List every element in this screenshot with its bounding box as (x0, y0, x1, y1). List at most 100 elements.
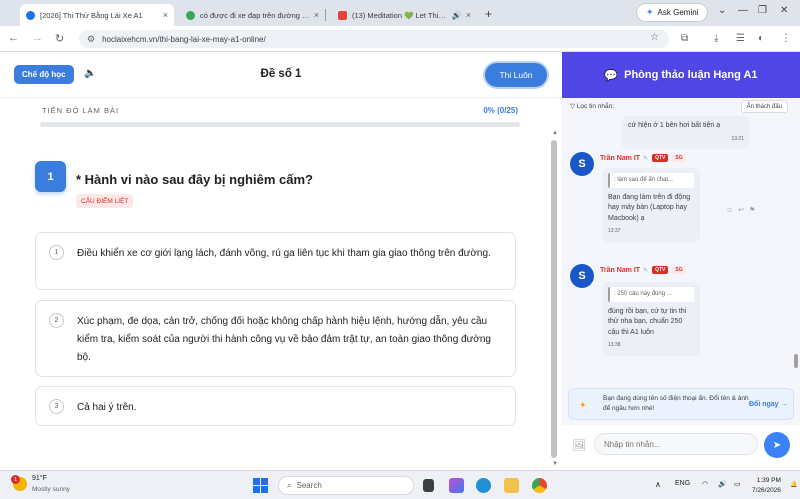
exam-area: Chế độ học 🔈 Đề số 1 Thi Luôn TIẾN ĐỘ LÀ… (0, 52, 562, 470)
profile-icon[interactable]: ◐ (758, 33, 764, 44)
address-bar[interactable]: ⚙ hoclaixehcm.vn/thi-bang-lai-xe-may-a1-… (79, 30, 669, 48)
copilot-icon[interactable] (449, 478, 464, 493)
answer-option-2[interactable]: 2 Xúc phạm, đe dọa, cản trở, chống đối h… (35, 300, 516, 377)
answer-number: 2 (49, 313, 64, 328)
search-icon: ⌕ (287, 480, 292, 490)
maximize-icon[interactable]: ❐ (758, 5, 767, 16)
site-info-icon[interactable]: ⚙ (87, 34, 95, 45)
chat-message-input[interactable] (594, 433, 758, 455)
message-sender[interactable]: Trần Nam IT ✎ QTV SG (600, 154, 686, 162)
file-explorer-icon[interactable] (504, 478, 519, 493)
message-text: Bạn đang làm trên đi động hay máy bàn (L… (608, 193, 691, 222)
answer-option-3[interactable]: 3 Cả hai ý trên. (35, 386, 516, 426)
clock-time: 1:39 PM (756, 477, 781, 484)
menu-dots-icon[interactable]: ⋮ (781, 33, 791, 44)
send-button[interactable]: ➤ (764, 432, 790, 458)
chat-message-previous: cứ hiện ở 1 bên hơi bất tiện ạ 13:21 (622, 116, 750, 149)
answer-number: 1 (49, 245, 64, 260)
chat-title: Phòng thảo luận Hạng A1 (624, 69, 758, 81)
windows-taskbar: 1 91°F Mostly sunny ⌕ Search ∧ ENG ◠ 🔊 ▭… (0, 470, 800, 499)
reading-list-icon[interactable]: ☰ (736, 33, 745, 44)
edge-browser-icon[interactable] (476, 478, 491, 493)
react-icon[interactable]: ☺ (726, 207, 738, 214)
tab-search[interactable]: có được đi xe đạp trên đường dành cho ng… (180, 4, 325, 26)
filter-icon: ▽ (570, 103, 577, 110)
task-view-icon[interactable] (423, 479, 434, 492)
moderator-badge: QTV (652, 154, 669, 162)
message-text: đúng rồi bạn, cứ tự tin thi thử nha bạn,… (608, 307, 687, 336)
window-close-icon[interactable]: ✕ (780, 5, 788, 16)
system-clock[interactable]: 1:39 PM 7/26/2026 (752, 476, 781, 496)
notice-text: Bạn đang dùng tên số điện thoại ẩn. Đổi … (603, 395, 749, 412)
filter-label[interactable]: ▽ Lọc tin nhắn: (570, 102, 614, 110)
tab-title: có được đi xe đạp trên đường dành cho ng… (200, 10, 310, 20)
reply-icon[interactable]: ↩ (738, 207, 749, 214)
tab-divider (325, 9, 326, 21)
message-time: 13:21 (731, 135, 744, 142)
ask-gemini-button[interactable]: ✦ Ask Gemini (636, 3, 709, 22)
battery-icon[interactable]: ▭ (734, 480, 741, 488)
submit-exam-button[interactable]: Thi Luôn (485, 63, 547, 87)
weather-sun-icon[interactable]: 1 (11, 475, 27, 491)
region-badge: SG (672, 266, 686, 274)
tab-close-icon[interactable]: × (466, 10, 471, 20)
answer-number: 3 (49, 399, 64, 414)
site-favicon-icon (26, 10, 35, 20)
chat-scrollbar[interactable] (794, 354, 798, 368)
quoted-reply[interactable]: : làm sao để ẩn chat... (608, 173, 694, 188)
progress-label: TIẾN ĐỘ LÀM BÀI (42, 106, 120, 115)
taskbar-search[interactable]: ⌕ Search (278, 476, 414, 495)
tab-youtube[interactable]: (13) Meditation 💚 Let This Music Heal Yo… (332, 4, 477, 26)
bookmark-star-icon[interactable]: ☆ (650, 32, 659, 43)
reload-icon[interactable]: ↻ (55, 32, 64, 45)
chat-composer: 🖼 ➤ (562, 425, 800, 470)
youtube-favicon-icon (338, 10, 347, 20)
windows-start-icon[interactable] (253, 478, 268, 493)
avatar[interactable]: S (570, 264, 594, 288)
question-number-badge: 1 (35, 161, 66, 192)
edit-icon: ✎ (643, 267, 649, 274)
hide-challenges-button[interactable]: Ẩn thách đấu (740, 100, 788, 113)
avatar[interactable]: S (570, 152, 594, 176)
scroll-up-arrow-icon[interactable]: ▲ (552, 130, 558, 136)
notifications-bell-icon[interactable]: 🔔 (790, 481, 797, 488)
answer-text: Điều khiển xe cơ giới lạng lách, đánh võ… (77, 248, 491, 259)
filter-text: Lọc tin nhắn: (576, 103, 615, 110)
page-scrollbar[interactable] (551, 140, 557, 458)
message-time: 13:37 (608, 228, 621, 234)
quoted-reply[interactable]: : 250 câu này đúng ... (608, 287, 694, 302)
chat-header: 💬 Phòng thảo luận Hạng A1 (562, 52, 800, 98)
answer-option-1[interactable]: 1 Điều khiển xe cơ giới lạng lách, đánh … (35, 232, 516, 290)
report-flag-icon[interactable]: ⚑ (749, 207, 760, 214)
scroll-down-arrow-icon[interactable]: ▼ (552, 461, 558, 467)
back-arrow-icon[interactable]: ← (8, 32, 19, 44)
progress-bar (40, 122, 520, 127)
forward-arrow-icon[interactable]: → (32, 32, 43, 44)
message-sender[interactable]: Trần Nam IT ✎ QTV SG (600, 266, 686, 274)
image-upload-icon[interactable]: 🖼 (572, 439, 586, 452)
tab-close-icon[interactable]: × (314, 10, 319, 20)
screen: [2026] Thi Thử Bằng Lái Xe A1 × có được … (0, 0, 800, 499)
tab-menu-chevron-icon[interactable]: ⌄ (718, 5, 726, 16)
discussion-panel: 💬 Phòng thảo luận Hạng A1 ▽ Lọc tin nhắn… (562, 52, 800, 470)
tab-close-icon[interactable]: × (163, 10, 168, 20)
minimize-icon[interactable]: — (738, 5, 748, 16)
language-indicator[interactable]: ENG (675, 480, 690, 487)
rename-now-link[interactable]: Đổi ngay → (749, 401, 788, 408)
new-tab-button[interactable]: + (485, 7, 492, 21)
rename-notice: ✦ Bạn đang dùng tên số điện thoại ẩn. Đổ… (568, 388, 794, 420)
region-badge: SG (672, 154, 686, 162)
message-actions: ☺↩⚑ (726, 206, 760, 214)
volume-icon[interactable]: 🔊 (718, 480, 727, 488)
moderator-badge: QTV (652, 266, 669, 274)
chrome-icon[interactable] (532, 478, 547, 493)
extensions-icon[interactable]: ⧉ (681, 33, 688, 44)
answer-text: Cả hai ý trên. (77, 402, 137, 413)
download-icon[interactable]: ⤓ (714, 33, 718, 44)
weather-condition: Mostly sunny (32, 486, 70, 493)
tab-active[interactable]: [2026] Thi Thử Bằng Lái Xe A1 × (20, 4, 174, 26)
wifi-icon[interactable]: ◠ (702, 480, 708, 488)
exam-title: Đề số 1 (260, 68, 302, 80)
google-favicon-icon (186, 10, 195, 20)
tray-chevron-icon[interactable]: ∧ (655, 480, 661, 489)
